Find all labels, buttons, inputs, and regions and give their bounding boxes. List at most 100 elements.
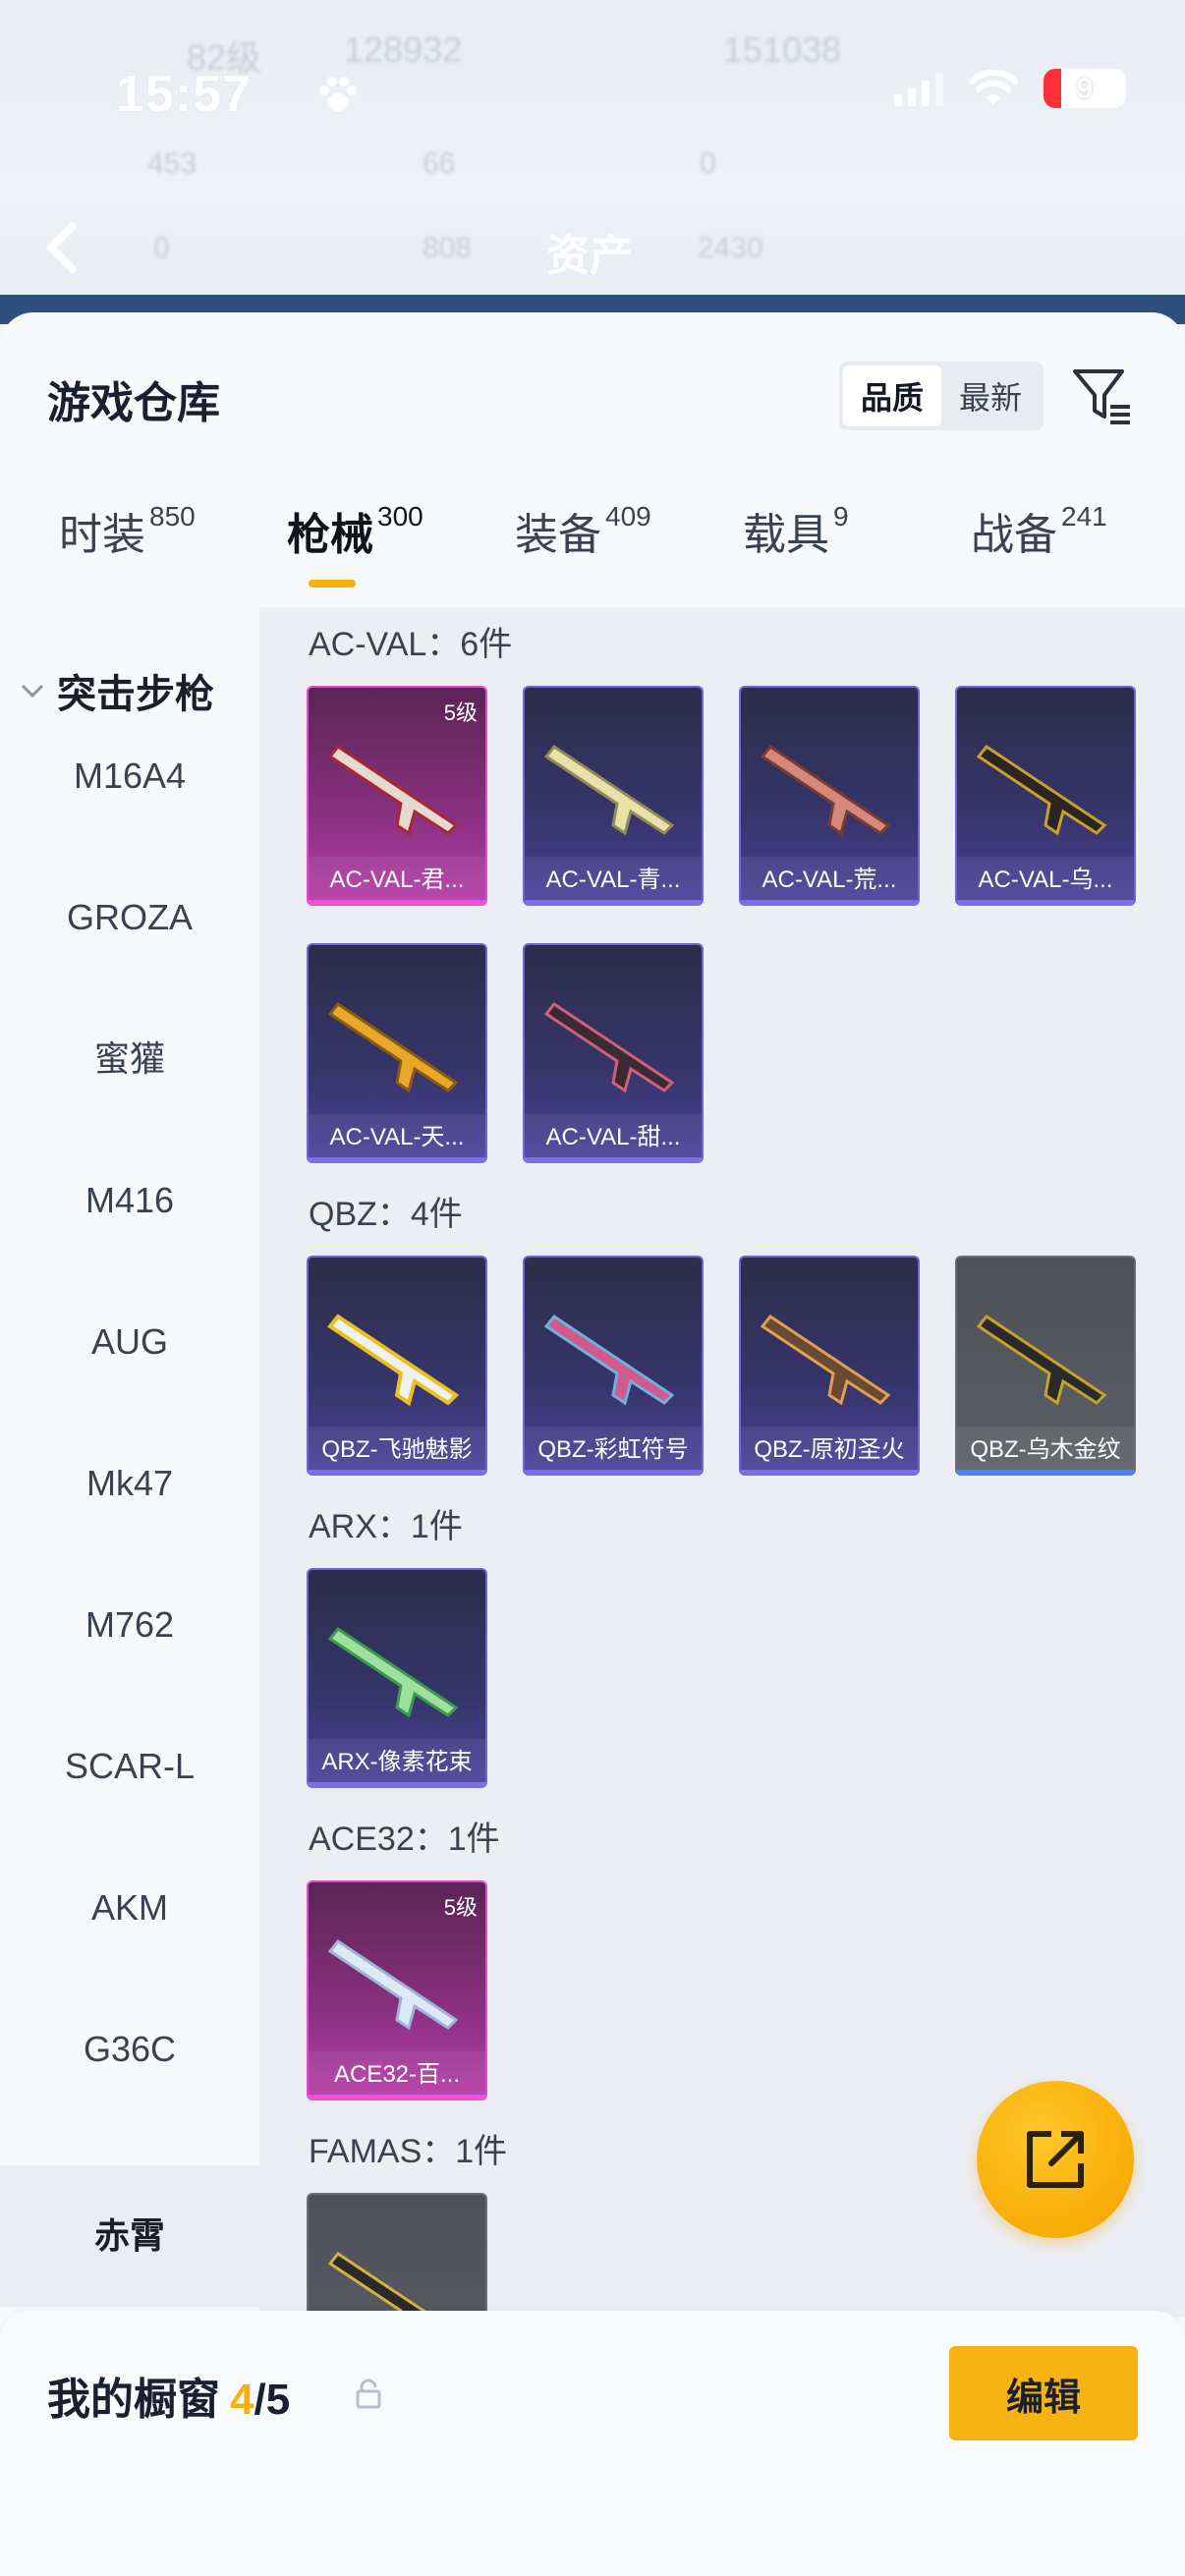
weapon-name: QBZ-乌木金纹 xyxy=(970,1436,1121,1463)
wifi-icon xyxy=(969,70,1018,105)
sidebar-item[interactable]: SCAR-L xyxy=(0,1696,259,1837)
sort-toggle: 品质 最新 xyxy=(839,362,1044,430)
sidebar-item[interactable]: M762 xyxy=(0,1554,259,1696)
weapon-type-sidebar: 突击步枪 M16A4 GROZA 蜜獾 M416 AUG Mk47 M762 S… xyxy=(0,607,259,2474)
showcase-label: 我的橱窗 xyxy=(47,2376,220,2424)
sort-option-quality[interactable]: 品质 xyxy=(843,365,941,426)
weapon-image xyxy=(327,744,459,836)
sidebar-item[interactable]: G36C xyxy=(0,1979,259,2120)
section-title: ARX：1件 xyxy=(309,1508,463,1545)
edit-button[interactable]: 编辑 xyxy=(949,2346,1138,2440)
tab-label: 时装 xyxy=(59,511,145,559)
weapon-image xyxy=(543,1001,675,1093)
weapon-image xyxy=(976,1314,1107,1406)
weapon-image xyxy=(327,1314,460,1407)
sidebar-item[interactable]: M416 xyxy=(0,1130,259,1271)
weapon-name: ACE32-百... xyxy=(333,2061,461,2088)
sort-option-newest[interactable]: 最新 xyxy=(941,365,1040,426)
section-title: FAMAS：1件 xyxy=(309,2133,508,2170)
weapon-name: QBZ-彩虹符号 xyxy=(537,1436,689,1463)
tab-combat-gear[interactable]: 战备 241 xyxy=(971,499,1107,562)
battery-level: 9 xyxy=(1076,73,1094,105)
bg-stat: 151038 xyxy=(723,29,842,70)
warehouse-sheet: 游戏仓库 品质 最新 时装 850 枪械 300 装备 409 载具 9 战备 … xyxy=(0,312,1185,2576)
signal-icon xyxy=(894,71,943,106)
tab-count: 300 xyxy=(377,501,423,532)
weapon-card[interactable]: AC-VAL-天... xyxy=(307,943,487,1163)
weapon-card[interactable]: ARX-像素花束 xyxy=(307,1568,487,1788)
weapon-card[interactable]: 5级 ACE32-百... xyxy=(307,1880,487,2100)
sidebar-item[interactable]: M16A4 xyxy=(0,705,259,847)
showcase-current-count: 4 xyxy=(230,2376,254,2424)
chevron-down-icon xyxy=(21,684,44,699)
bg-stat: 808 xyxy=(423,232,473,264)
bg-stat: 453 xyxy=(147,147,198,180)
showcase-max-count: 5 xyxy=(265,2376,291,2424)
back-icon[interactable] xyxy=(43,220,79,275)
weapon-name: AC-VAL-乌... xyxy=(978,867,1113,893)
sheet-title: 游戏仓库 xyxy=(47,379,220,427)
section-title: QBZ：4件 xyxy=(309,1196,463,1233)
weapon-name: AC-VAL-君... xyxy=(329,867,465,893)
sidebar-item[interactable]: AKM xyxy=(0,1837,259,1979)
sidebar-item[interactable]: Mk47 xyxy=(0,1413,259,1554)
bg-stat: 0 xyxy=(153,232,170,264)
lock-icon xyxy=(356,2379,381,2409)
weapon-name: AC-VAL-甜... xyxy=(545,1124,681,1150)
battery-icon: 9 xyxy=(1044,69,1126,108)
sidebar-item[interactable]: GROZA xyxy=(0,847,259,988)
tab-count: 409 xyxy=(605,501,651,532)
weapon-name: AC-VAL-天... xyxy=(329,1124,465,1150)
share-button[interactable] xyxy=(977,2081,1134,2238)
weapon-name: QBZ-飞驰魅影 xyxy=(321,1436,473,1463)
filter-icon[interactable] xyxy=(1071,365,1134,426)
weapon-image xyxy=(327,2251,435,2317)
weapon-card[interactable]: AC-VAL-青... xyxy=(523,686,704,906)
weapon-image xyxy=(327,1001,459,1093)
status-indicators: 9 xyxy=(894,69,1126,108)
showcase-separator: / xyxy=(254,2376,266,2424)
tab-firearms[interactable]: 枪械 300 xyxy=(287,499,423,562)
tab-label: 装备 xyxy=(515,511,601,559)
background-header: 82级 128932 151038 453 66 0 0 808 2430 15… xyxy=(0,0,1185,324)
weapon-name: AC-VAL-荒... xyxy=(762,867,897,893)
tab-label: 战备 xyxy=(971,511,1057,559)
weapon-name: QBZ-原初圣火 xyxy=(754,1436,905,1463)
weapon-name: AC-VAL-青... xyxy=(545,867,681,893)
weapon-image xyxy=(327,1626,459,1718)
weapon-card[interactable]: AC-VAL-乌... xyxy=(955,686,1136,906)
weapon-image xyxy=(760,1314,891,1406)
level-badge: 5级 xyxy=(443,700,478,725)
tab-count: 850 xyxy=(149,501,196,532)
level-badge: 5级 xyxy=(443,1895,478,1920)
weapon-card[interactable]: 5级 AC-VAL-君... xyxy=(307,686,487,906)
bg-stat: 2430 xyxy=(698,232,763,264)
category-tabs: 时装 850 枪械 300 装备 409 载具 9 战备 241 xyxy=(0,499,1185,617)
section-title: ACE32：1件 xyxy=(309,1820,500,1858)
share-icon xyxy=(1027,2131,1084,2188)
weapon-card[interactable] xyxy=(307,2193,487,2317)
status-time: 15:57 xyxy=(116,66,252,123)
weapon-image xyxy=(760,744,891,836)
tab-fashion[interactable]: 时装 850 xyxy=(59,499,196,562)
sidebar-item[interactable]: 蜜獾 xyxy=(0,988,259,1130)
tab-vehicles[interactable]: 载具 9 xyxy=(743,499,849,562)
weapon-card[interactable]: AC-VAL-荒... xyxy=(739,686,920,906)
weapon-image xyxy=(327,1938,459,2031)
weapon-card[interactable]: QBZ-原初圣火 xyxy=(739,1256,920,1476)
tab-count: 241 xyxy=(1061,501,1107,532)
tab-count: 9 xyxy=(833,501,849,532)
weapon-grid: AC-VAL：6件 5级 AC-VAL-君... AC-VAL-青... AC-… xyxy=(259,607,1185,2317)
tab-label: 载具 xyxy=(743,511,829,559)
weapon-card[interactable]: QBZ-飞驰魅影 xyxy=(307,1256,487,1476)
bg-stat: 128932 xyxy=(344,29,463,70)
weapon-card[interactable]: QBZ-乌木金纹 xyxy=(955,1256,1136,1476)
sidebar-item[interactable]: AUG xyxy=(0,1271,259,1413)
weapon-card[interactable]: QBZ-彩虹符号 xyxy=(523,1256,704,1476)
bg-stat: 0 xyxy=(700,147,716,180)
tab-equipment[interactable]: 装备 409 xyxy=(515,499,651,562)
section-title: AC-VAL：6件 xyxy=(309,626,513,663)
paw-icon xyxy=(319,77,357,111)
sidebar-item-selected[interactable]: 赤霄 xyxy=(0,2165,259,2307)
weapon-card[interactable]: AC-VAL-甜... xyxy=(523,943,704,1163)
